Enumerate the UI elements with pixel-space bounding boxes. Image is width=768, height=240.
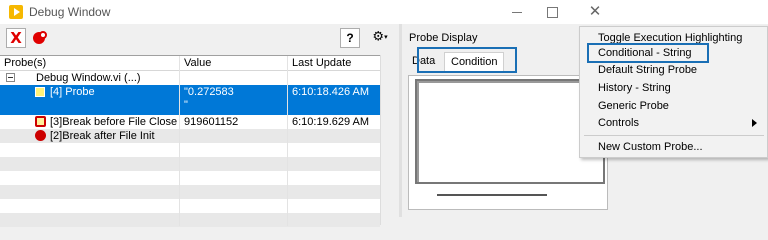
column-header-value[interactable]: Value: [184, 57, 211, 69]
breakpoint-ring-icon: [39, 31, 47, 39]
context-menu: Toggle Execution Highlighting Conditiona…: [579, 26, 768, 158]
probe-value: "0.272583: [184, 86, 234, 98]
empty-row: [0, 199, 380, 213]
probe-update-time: 6:10:19.629 AM: [292, 116, 370, 128]
maximize-button[interactable]: [540, 2, 564, 22]
table-row-selected[interactable]: [4] Probe "0.272583 " 6:10:18.426 AM: [0, 85, 380, 115]
probe-icon: [35, 87, 45, 97]
collapse-icon[interactable]: [6, 73, 15, 82]
probe-horizontal-scrollbar[interactable]: [437, 194, 547, 196]
probe-name: [4] Probe: [50, 86, 95, 98]
table-row[interactable]: [3]Break before File Close 919601152 6:1…: [0, 115, 380, 129]
menu-item-new-custom-probe[interactable]: New Custom Probe...: [598, 141, 703, 153]
table-header: Probe(s) Value Last Update: [0, 56, 380, 71]
empty-row: [0, 185, 380, 199]
empty-row: [0, 213, 380, 227]
probe-display-title: Probe Display: [409, 32, 478, 44]
help-icon: ?: [346, 31, 354, 45]
menu-separator: [584, 135, 764, 136]
window-title: Debug Window: [29, 5, 111, 19]
condition-tab-highlight: [417, 47, 517, 73]
clear-probes-button[interactable]: X: [6, 28, 26, 48]
app-icon: [9, 5, 23, 19]
breakpoint-dot-icon: [35, 130, 46, 141]
probe-name: [3]Break before File Close: [50, 116, 178, 128]
minimize-button[interactable]: [505, 2, 529, 22]
column-divider[interactable]: [287, 56, 288, 226]
conditional-string-highlight: [587, 43, 709, 63]
probe-table[interactable]: Probe(s) Value Last Update Debug Window.…: [0, 55, 380, 227]
probe-update-time: 6:10:18.426 AM: [292, 86, 370, 98]
chevron-down-icon: ▾: [384, 33, 388, 41]
delete-icon: X: [10, 29, 22, 47]
probe-display-area: [408, 75, 609, 210]
menu-item-controls[interactable]: Controls: [598, 117, 639, 129]
menu-item-generic-probe[interactable]: Generic Probe: [598, 100, 669, 112]
vertical-scrollbar[interactable]: [380, 55, 397, 225]
probe-name: [2]Break after File Init: [50, 130, 155, 142]
empty-row: [0, 143, 380, 157]
probe-value-cont: ": [184, 99, 188, 111]
probe-value: 919601152: [184, 116, 239, 128]
close-button[interactable]: ✕: [583, 2, 607, 22]
menu-item-history-string[interactable]: History - String: [598, 82, 671, 94]
column-header-probes[interactable]: Probe(s): [4, 57, 46, 69]
help-button[interactable]: ?: [340, 28, 360, 48]
empty-row: [0, 157, 380, 171]
table-row[interactable]: Debug Window.vi (...): [0, 71, 380, 85]
probe-list-pane: X ? ⚙▾ Probe(s) Value Last Update Debug …: [0, 24, 402, 227]
submenu-arrow-icon: [752, 119, 757, 127]
breakpoint-stop-icon: [35, 116, 46, 127]
title-bar: Debug Window ✕: [0, 0, 768, 24]
gear-icon: ⚙: [372, 29, 385, 45]
breakpoint-button[interactable]: [30, 28, 50, 48]
table-row[interactable]: [2]Break after File Init: [0, 129, 380, 143]
empty-row: [0, 171, 380, 185]
column-divider[interactable]: [179, 56, 180, 226]
probe-name: Debug Window.vi (...): [36, 72, 141, 84]
menu-item-default-string-probe[interactable]: Default String Probe: [598, 64, 697, 76]
column-header-last-update[interactable]: Last Update: [292, 57, 351, 69]
settings-button[interactable]: ⚙▾: [366, 28, 394, 48]
probe-value-display: [415, 79, 605, 184]
